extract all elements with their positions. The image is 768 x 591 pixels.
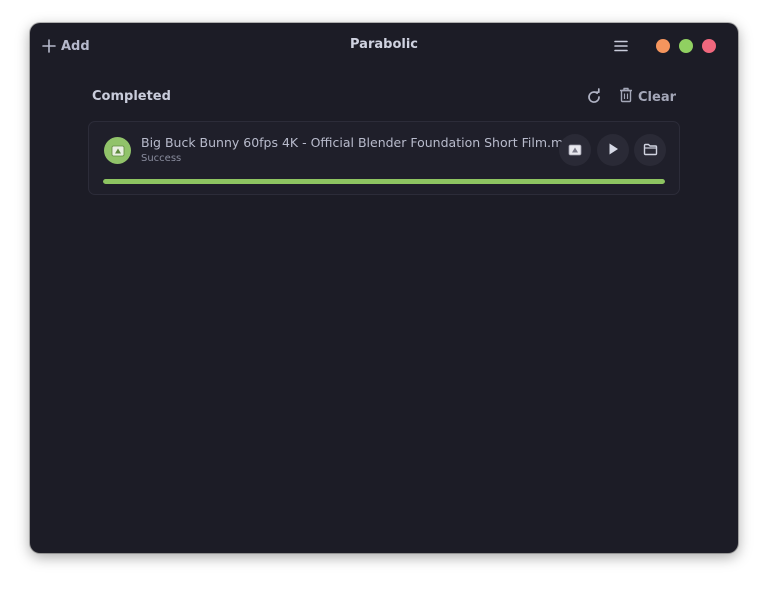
video-file-icon — [104, 137, 131, 164]
download-row: Big Buck Bunny 60fps 4K - Official Blend… — [88, 121, 680, 195]
trash-icon — [619, 87, 633, 107]
play-button[interactable] — [597, 134, 629, 166]
hamburger-menu-icon — [614, 37, 628, 56]
minimize-button[interactable] — [656, 39, 670, 53]
play-icon — [606, 141, 620, 160]
maximize-button[interactable] — [679, 39, 693, 53]
download-progress-fill — [103, 179, 665, 184]
folder-icon — [643, 141, 658, 160]
main-menu-button[interactable] — [610, 37, 632, 55]
log-file-icon — [568, 141, 582, 160]
open-folder-button[interactable] — [634, 134, 666, 166]
refresh-icon — [585, 88, 603, 110]
clear-button[interactable]: Clear — [619, 87, 676, 107]
window-controls — [656, 39, 716, 53]
download-file-name: Big Buck Bunny 60fps 4K - Official Blend… — [141, 135, 580, 150]
retry-button[interactable] — [585, 88, 603, 106]
view-log-button[interactable] — [559, 134, 591, 166]
close-button[interactable] — [702, 39, 716, 53]
clear-button-label: Clear — [638, 89, 676, 105]
download-progress-bar — [103, 179, 665, 184]
app-window: Add Parabolic Completed Clear Big Buck B… — [30, 23, 738, 553]
completed-section-header: Completed Clear — [92, 87, 676, 107]
download-status-text: Success — [141, 153, 182, 164]
header-bar: Add Parabolic — [30, 23, 738, 69]
section-title: Completed — [92, 89, 171, 104]
